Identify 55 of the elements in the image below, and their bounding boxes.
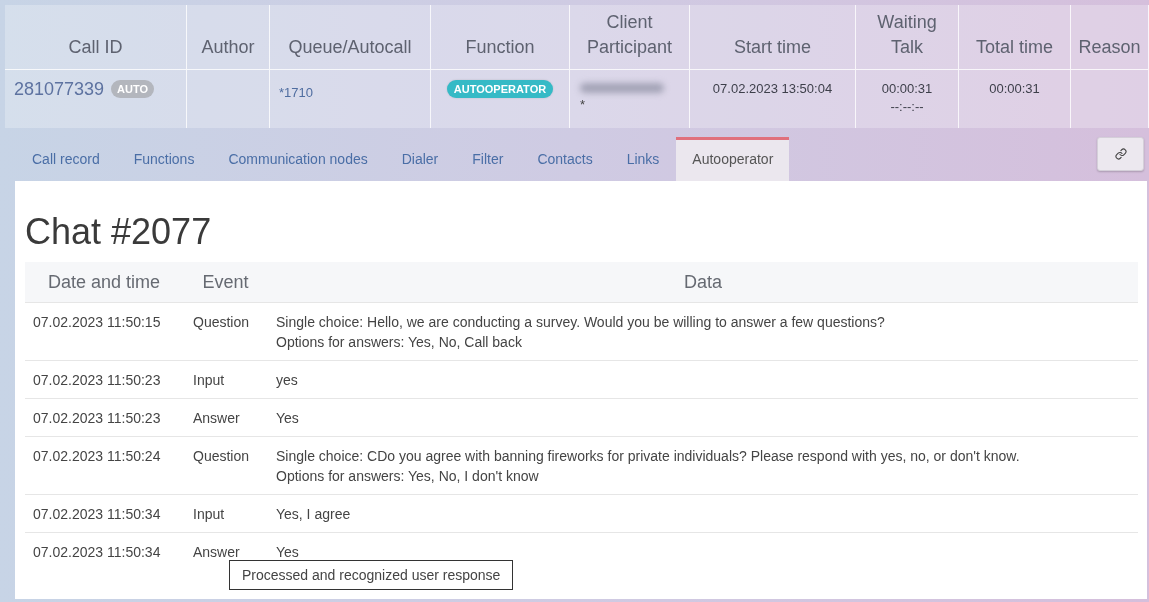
column-header: Author (201, 36, 255, 59)
total-time-text: 00:00:31 (989, 80, 1040, 98)
column-header: Total time (976, 36, 1053, 59)
event-text: Input (193, 372, 225, 388)
tab[interactable]: Functions (116, 137, 212, 181)
date-time-text: 07.02.2023 11:50:23 (33, 372, 161, 388)
tooltip: Processed and recognized user response (229, 560, 514, 590)
event-text: Input (193, 506, 225, 522)
data-text: Yes (276, 409, 299, 428)
chat-title: Chat #2077 (25, 211, 212, 252)
column-header: Date and time (47, 271, 161, 294)
talk-time-text: --:--:-- (890, 98, 924, 116)
data-text: Single choice: Hello, we are conducting a survey. Would you be willing to answer a few questions? (276, 313, 885, 332)
column-header: Call ID (68, 36, 123, 59)
link-icon (1114, 148, 1127, 160)
data-text: Options for answers: Yes, No, I don't know (276, 467, 539, 486)
date-time-text: 07.02.2023 11:50:15 (33, 314, 161, 330)
call-id-link[interactable]: 281077339 (14, 78, 105, 100)
data-text: Yes, I agree (276, 505, 351, 524)
tab[interactable]: Links (609, 137, 677, 181)
queue-link[interactable]: *1710 (279, 85, 313, 100)
tab[interactable]: Call record (15, 137, 117, 181)
date-time-text: 07.02.2023 11:50:34 (33, 544, 161, 560)
event-text: Answer (193, 410, 240, 426)
column-header: Talk (891, 36, 923, 59)
column-header: Reason (1078, 36, 1141, 59)
event-text: Question (193, 314, 250, 330)
data-text: yes (276, 371, 298, 390)
tab[interactable]: Contacts (520, 137, 610, 181)
participant-text: * (580, 96, 586, 114)
tab[interactable]: Filter (455, 137, 521, 181)
date-time-text: 07.02.2023 11:50:23 (33, 410, 161, 426)
event-text: Answer (193, 544, 240, 560)
column-header: Queue/Autocall (288, 36, 412, 59)
date-time-text: 07.02.2023 11:50:24 (33, 448, 161, 464)
column-header: Function (465, 36, 535, 59)
column-header: Waiting (877, 11, 937, 34)
data-text: Options for answers: Yes, No, Call back (276, 333, 522, 352)
link-button[interactable] (1097, 137, 1144, 171)
date-time-text: 07.02.2023 11:50:34 (33, 506, 161, 522)
event-text: Question (193, 448, 250, 464)
column-header: Start time (734, 36, 811, 59)
column-header: Event (202, 271, 249, 294)
data-text: Yes (276, 543, 299, 562)
tab[interactable]: Communication nodes (211, 137, 385, 181)
column-header: Participant (586, 36, 672, 59)
column-header: Client (606, 11, 653, 34)
auto-badge: AUTO (111, 80, 155, 98)
tab[interactable]: Dialer (384, 137, 456, 181)
tab[interactable]: Autooperator (676, 137, 790, 181)
data-text: Single choice: CDo you agree with banning fireworks for private individuals? Please respond with yes, no, or don't know. (276, 447, 1020, 466)
start-time-text: 07.02.2023 13:50:04 (712, 80, 833, 98)
waiting-time-text: 00:00:31 (881, 80, 933, 98)
function-badge: AUTOOPERATOR (446, 80, 554, 98)
column-header: Data (684, 271, 722, 294)
